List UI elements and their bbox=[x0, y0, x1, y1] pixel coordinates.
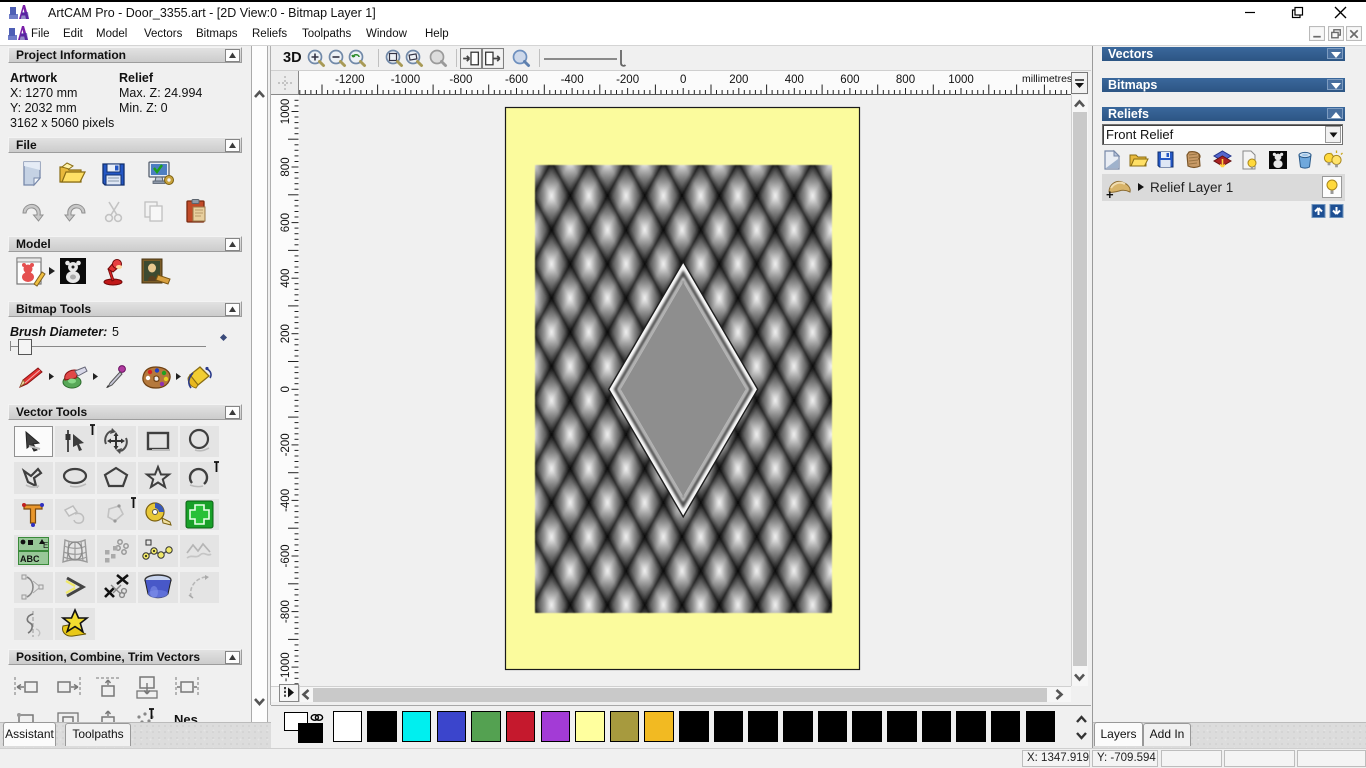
svg-text:-800: -800 bbox=[280, 600, 292, 623]
svg-text:800: 800 bbox=[280, 157, 292, 176]
svg-text:+: + bbox=[1106, 187, 1114, 202]
svg-text:600: 600 bbox=[840, 74, 859, 86]
svg-text:1000: 1000 bbox=[280, 99, 292, 125]
svg-text:-200: -200 bbox=[280, 433, 292, 456]
svg-text:-800: -800 bbox=[449, 74, 472, 86]
svg-text:-1000: -1000 bbox=[280, 652, 292, 681]
svg-text:200: 200 bbox=[729, 74, 748, 86]
svg-text:-1000: -1000 bbox=[391, 74, 420, 86]
svg-text:-600: -600 bbox=[505, 74, 528, 86]
svg-text:1000: 1000 bbox=[948, 74, 974, 86]
svg-text:-400: -400 bbox=[280, 489, 292, 512]
svg-text:-400: -400 bbox=[561, 74, 584, 86]
svg-text:800: 800 bbox=[896, 74, 915, 86]
svg-text:ABC: ABC bbox=[20, 554, 40, 564]
svg-text:-600: -600 bbox=[280, 544, 292, 567]
svg-text:-200: -200 bbox=[616, 74, 639, 86]
svg-text:0: 0 bbox=[680, 74, 686, 86]
svg-text:0: 0 bbox=[280, 386, 292, 392]
svg-text:millimetres: millimetres bbox=[1022, 73, 1072, 85]
svg-text:E: E bbox=[43, 541, 48, 550]
svg-text:600: 600 bbox=[280, 213, 292, 232]
svg-text:-1200: -1200 bbox=[335, 74, 364, 86]
svg-text:400: 400 bbox=[785, 74, 804, 86]
svg-text:400: 400 bbox=[280, 269, 292, 288]
svg-text:200: 200 bbox=[280, 324, 292, 343]
